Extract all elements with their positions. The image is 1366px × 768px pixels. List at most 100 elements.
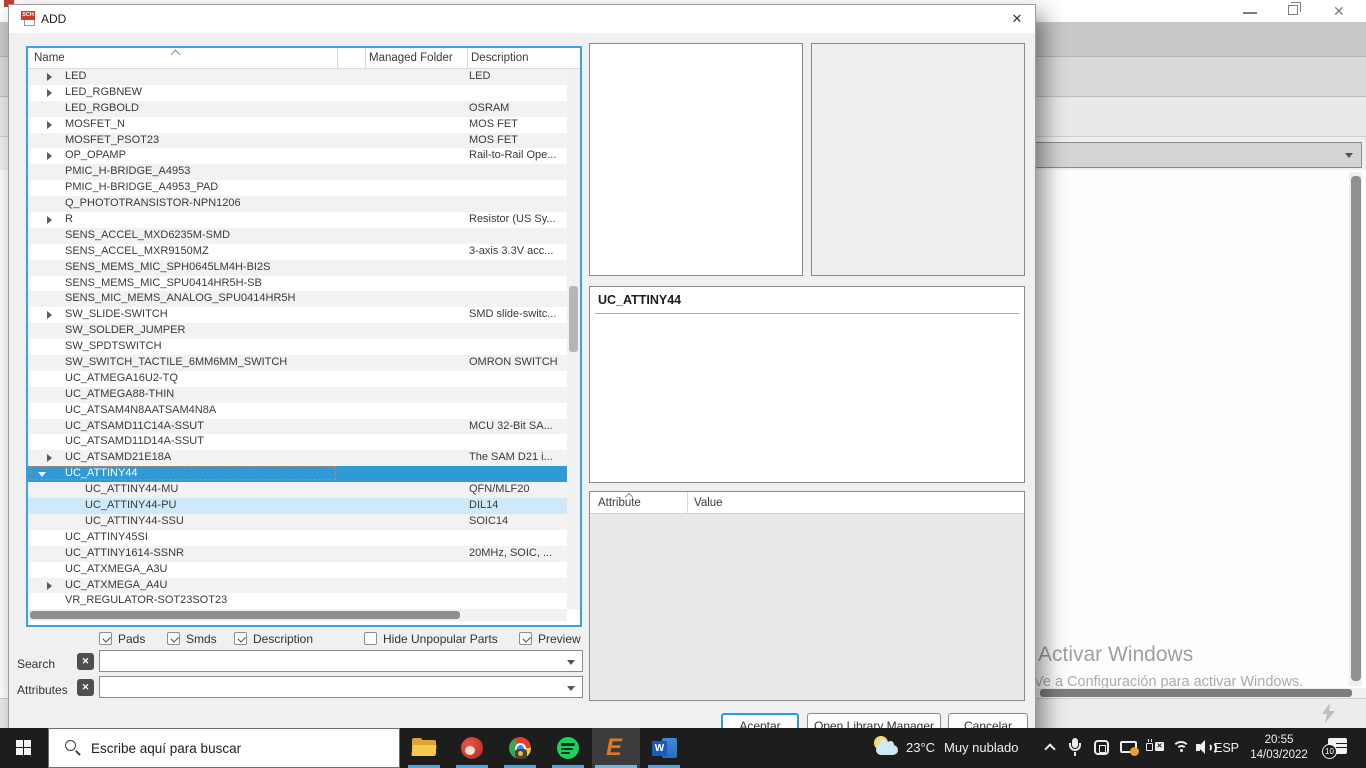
attributes-combobox[interactable] xyxy=(99,676,583,698)
weather-widget[interactable] xyxy=(872,736,900,760)
tree-row[interactable]: SENS_ACCEL_MXD6235M-SMD xyxy=(28,227,580,244)
chevron-down-icon[interactable] xyxy=(567,686,575,691)
expander-icon[interactable] xyxy=(47,454,52,463)
tree-row[interactable]: UC_ATSAMD11C14A-SSUT MCU 32-Bit SA... xyxy=(28,418,580,435)
tree-row[interactable]: SW_SWITCH_TACTILE_6MM6MM_SWITCH OMRON SWI… xyxy=(28,355,580,371)
taskbar-clock[interactable]: 20:55 14/03/2022 xyxy=(1248,733,1310,763)
taskbar-app-red-browser[interactable] xyxy=(448,728,496,768)
tree-row[interactable]: UC_ATTINY44 xyxy=(28,466,580,483)
tree-row[interactable]: UC_ATXMEGA_A4U xyxy=(28,577,580,594)
tree-row[interactable]: SENS_MIC_MEMS_ANALOG_SPU0414HR5H xyxy=(28,291,580,308)
weather-temperature[interactable]: 23°C xyxy=(906,728,935,768)
tree-row[interactable]: SENS_MEMS_MIC_SPU0414HR5H-SB xyxy=(28,275,580,292)
usb-error-icon[interactable]: ✕ xyxy=(1146,739,1164,753)
tree-row[interactable]: PMIC_H-BRIDGE_A4953 xyxy=(28,164,580,181)
expander-icon[interactable] xyxy=(47,581,52,590)
search-input[interactable] xyxy=(102,652,562,670)
column-header-value[interactable]: Value xyxy=(694,497,723,509)
tree-row[interactable]: UC_ATTINY1614-SSNR 20MHz, SOIC, ... xyxy=(28,545,580,562)
tree-row[interactable]: PMIC_H-BRIDGE_A4953_PAD xyxy=(28,180,580,197)
dialog-titlebar[interactable]: SCH ADD ✕ xyxy=(9,5,1035,33)
taskbar-app-file-explorer[interactable] xyxy=(400,728,448,768)
tree-row[interactable]: LED LED xyxy=(28,69,580,85)
tree-row[interactable]: UC_ATSAMD21E18A The SAM D21 i... xyxy=(28,450,580,467)
parts-tree[interactable]: Name Managed Folder Description LED LED LE… xyxy=(26,46,582,627)
tree-header[interactable]: Name Managed Folder Description xyxy=(28,48,580,69)
attributes-input[interactable] xyxy=(102,678,562,696)
search-combobox[interactable] xyxy=(99,650,583,672)
scrollbar-thumb[interactable] xyxy=(30,611,460,619)
tree-row[interactable]: Q_PHOTOTRANSISTOR-NPN1206 xyxy=(28,196,580,213)
column-header-name[interactable]: Name xyxy=(34,52,65,64)
close-icon[interactable]: ✕ xyxy=(1333,3,1345,20)
wifi-icon[interactable] xyxy=(1172,741,1190,754)
tree-vertical-scrollbar[interactable] xyxy=(567,69,580,609)
expander-icon[interactable] xyxy=(47,216,52,225)
taskbar-app-spotify[interactable] xyxy=(544,728,592,768)
taskbar-app-eagle[interactable]: E xyxy=(592,728,640,768)
checkbox-checked-icon[interactable] xyxy=(519,632,532,645)
part-name: UC_ATSAM4N8AATSAM4N8A xyxy=(65,403,217,416)
expander-icon[interactable] xyxy=(47,88,52,97)
clear-attributes-icon[interactable]: ✕ xyxy=(77,679,94,696)
scrollbar-thumb[interactable] xyxy=(1040,689,1352,697)
scrollbar-thumb[interactable] xyxy=(569,286,578,352)
tree-row[interactable]: UC_ATTINY45SI xyxy=(28,529,580,546)
expander-icon[interactable] xyxy=(47,152,52,161)
tree-row[interactable]: UC_ATMEGA88-THIN xyxy=(28,386,580,403)
tablet-mode-icon[interactable] xyxy=(1094,740,1109,755)
tree-row[interactable]: MOSFET_N MOS FET xyxy=(28,116,580,133)
tree-row[interactable]: OP_OPAMP Rail-to-Rail Ope... xyxy=(28,148,580,165)
tree-row[interactable]: UC_ATMEGA16U2-TQ xyxy=(28,370,580,387)
expander-open-icon[interactable] xyxy=(38,472,46,478)
chevron-up-icon[interactable] xyxy=(1044,743,1056,755)
taskbar-search[interactable]: Escribe aquí para buscar xyxy=(48,728,400,768)
tree-row[interactable]: LED_RGBNEW xyxy=(28,84,580,101)
horizontal-scrollbar[interactable] xyxy=(1036,688,1366,698)
attribute-table-header[interactable]: Attribute Value xyxy=(590,492,1024,514)
tree-row[interactable]: SW_SOLDER_JUMPER xyxy=(28,323,580,340)
background-combobox[interactable] xyxy=(1000,142,1362,168)
checkbox-checked-icon[interactable] xyxy=(167,632,180,645)
tree-row[interactable]: SW_SLIDE-SWITCH SMD slide-switc... xyxy=(28,307,580,324)
tree-row[interactable]: MOSFET_PSOT23 MOS FET xyxy=(28,132,580,149)
tree-row[interactable]: R Resistor (US Sy... xyxy=(28,212,580,228)
scrollbar-thumb[interactable] xyxy=(1350,176,1361,681)
tree-row[interactable]: LED_RGBOLD OSRAM xyxy=(28,100,580,117)
start-button[interactable] xyxy=(0,728,48,768)
minimize-icon[interactable] xyxy=(1243,12,1257,14)
tree-row[interactable]: UC_ATTINY44-MU QFN/MLF20 xyxy=(28,482,580,499)
chevron-down-icon[interactable] xyxy=(567,660,575,665)
checkbox-unchecked-icon[interactable] xyxy=(364,632,377,645)
expander-icon[interactable] xyxy=(47,311,52,320)
microphone-icon[interactable] xyxy=(1068,738,1082,758)
expander-icon[interactable] xyxy=(47,73,52,81)
tree-row[interactable]: UC_ATTINY44-SSU SOIC14 xyxy=(28,513,580,530)
tree-horizontal-scrollbar[interactable] xyxy=(28,609,567,621)
tree-row[interactable]: UC_ATTINY44-PU DIL14 xyxy=(28,498,580,514)
close-icon[interactable]: ✕ xyxy=(1005,9,1029,29)
taskbar-app-chrome[interactable] xyxy=(496,728,544,768)
tree-row[interactable]: UC_ATSAM4N8AATSAM4N8A xyxy=(28,402,580,419)
tree-row[interactable]: UC_ATXMEGA_A3U xyxy=(28,561,580,578)
language-indicator[interactable]: ESP xyxy=(1214,728,1239,768)
tree-row[interactable]: VR_REGULATOR-SOT23SOT23 xyxy=(28,593,580,609)
column-header-description[interactable]: Description xyxy=(471,52,529,64)
clear-search-icon[interactable]: ✕ xyxy=(77,653,94,670)
volume-icon[interactable] xyxy=(1196,740,1217,755)
checkbox-checked-icon[interactable] xyxy=(234,632,247,645)
column-header-attribute[interactable]: Attribute xyxy=(598,497,641,509)
checkbox-checked-icon[interactable] xyxy=(99,632,112,645)
tree-row[interactable]: SENS_ACCEL_MXR9150MZ 3-axis 3.3V acc... xyxy=(28,243,580,260)
column-header-managed-folder[interactable]: Managed Folder xyxy=(369,52,453,64)
tree-row[interactable]: SW_SPDTSWITCH xyxy=(28,339,580,356)
taskbar-app-word[interactable]: W xyxy=(640,728,688,768)
tree-row[interactable]: UC_ATSAMD11D14A-SSUT xyxy=(28,434,580,451)
weather-condition[interactable]: Muy nublado xyxy=(944,728,1018,768)
notification-center-button[interactable]: 10 xyxy=(1322,738,1348,759)
tree-row[interactable]: SENS_MEMS_MIC_SPH0645LM4H-BI2S xyxy=(28,259,580,276)
expander-icon[interactable] xyxy=(47,120,52,129)
vertical-scrollbar[interactable] xyxy=(1349,172,1362,686)
restore-icon[interactable] xyxy=(1288,2,1301,15)
cast-icon[interactable] xyxy=(1120,741,1139,756)
